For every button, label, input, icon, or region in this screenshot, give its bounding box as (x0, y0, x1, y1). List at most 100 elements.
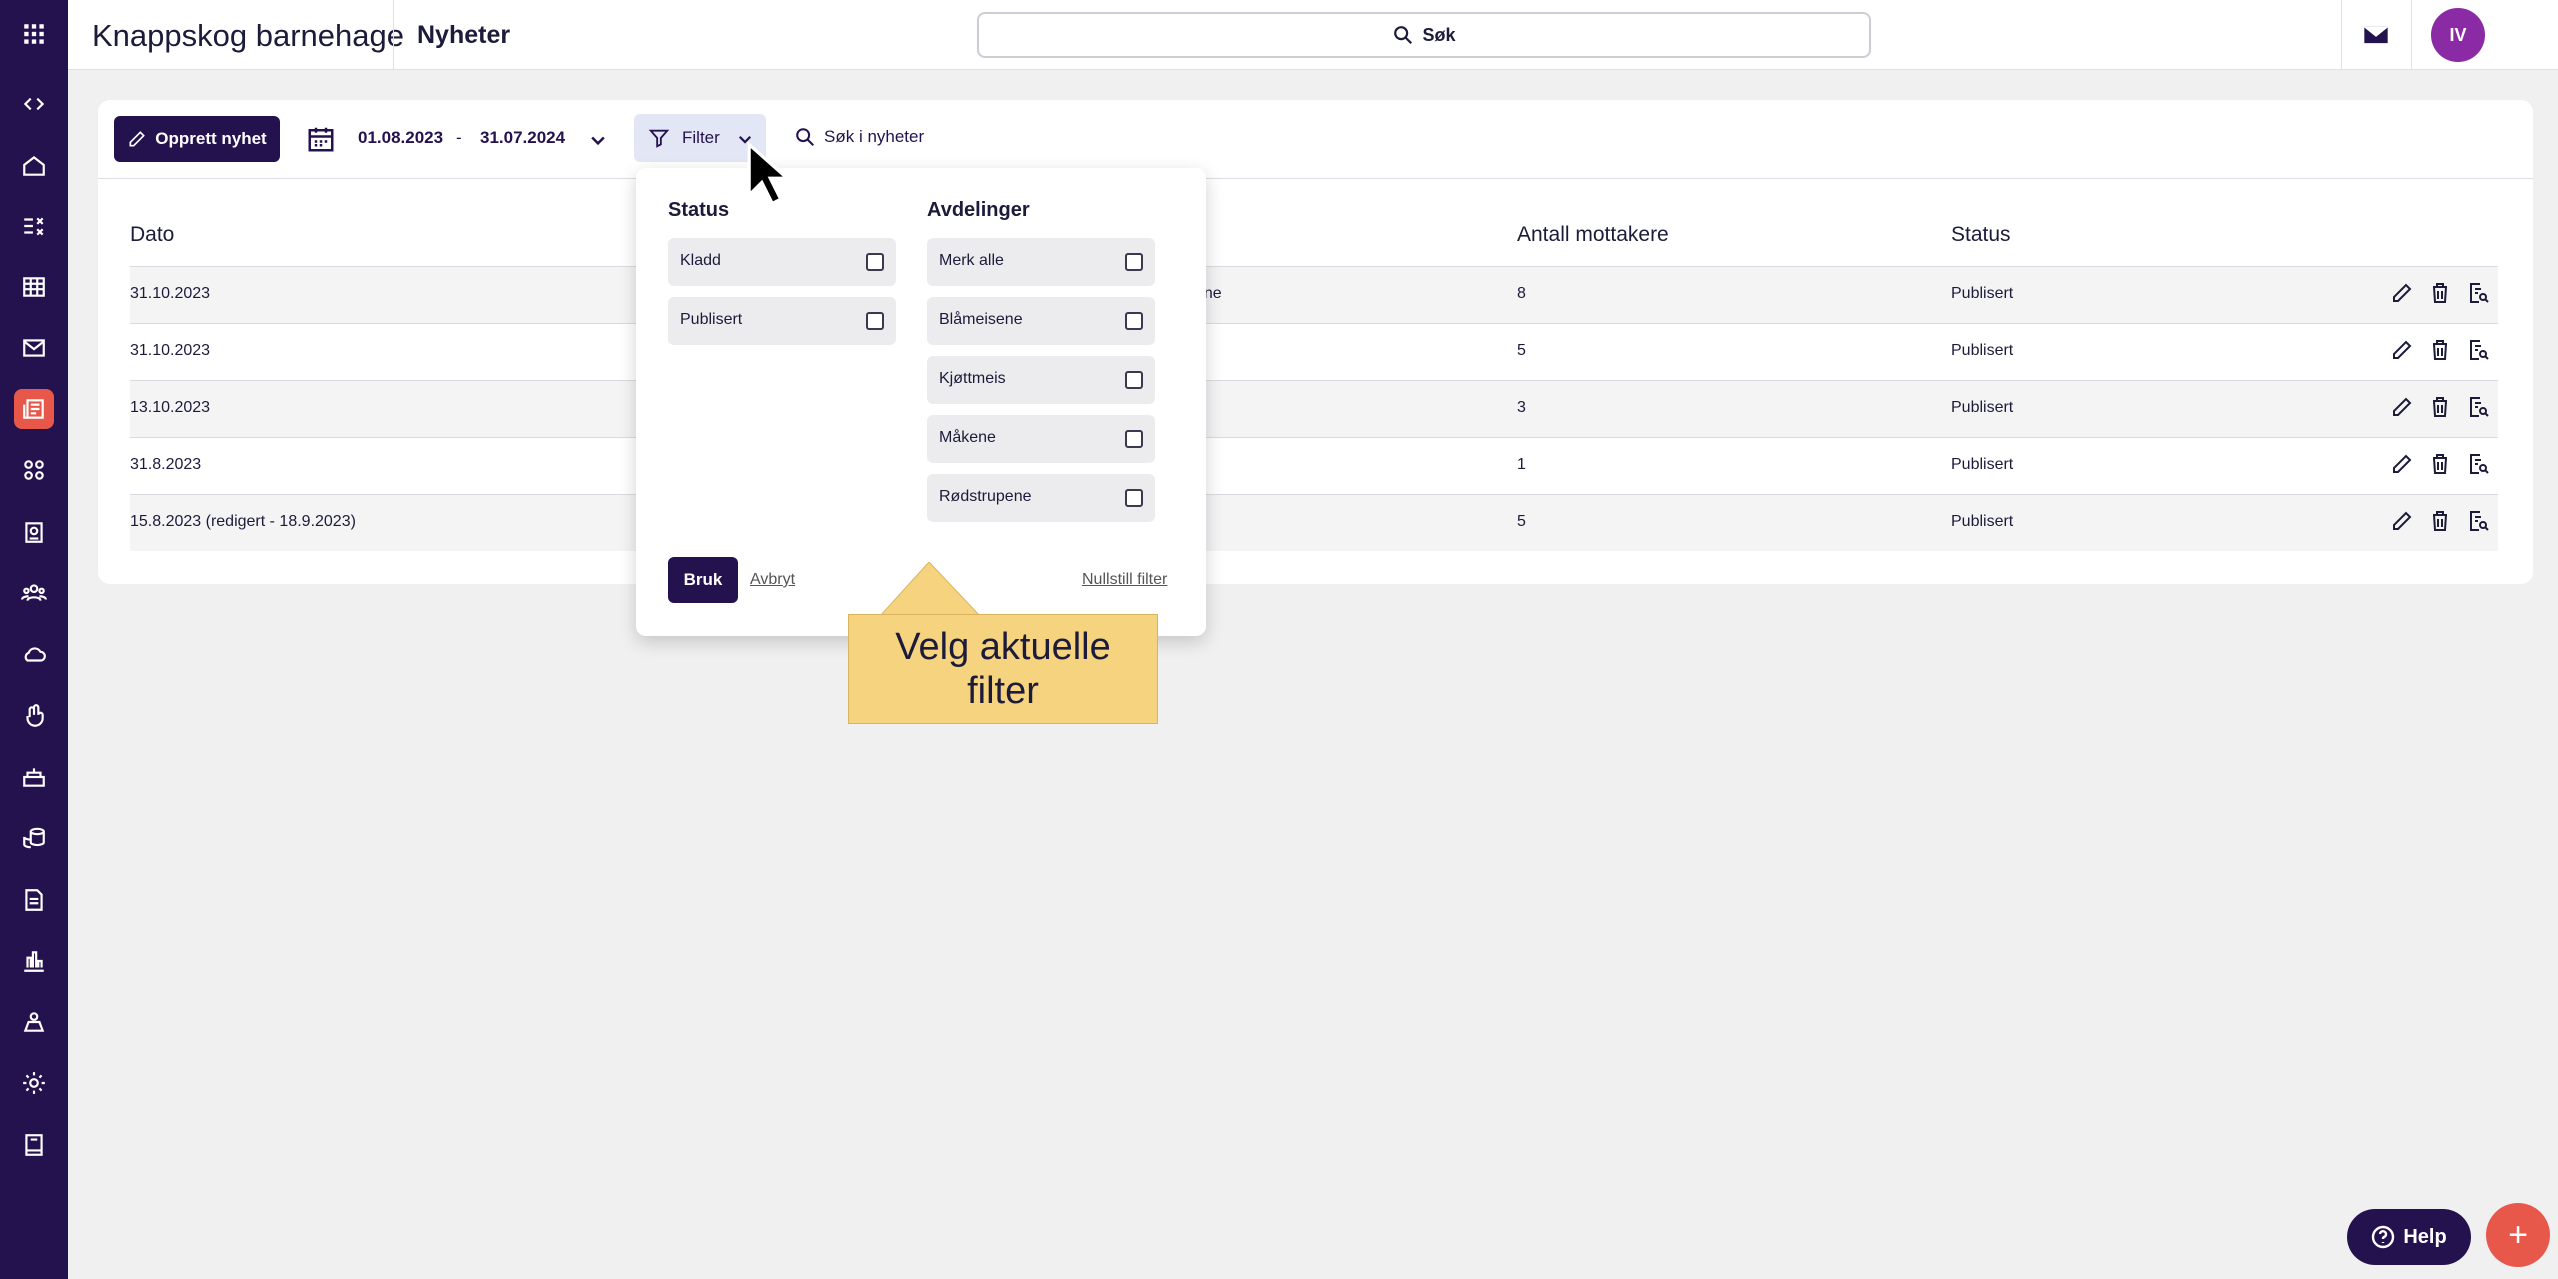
collapse-arrows-icon[interactable] (14, 84, 54, 124)
date-separator: - (456, 128, 462, 147)
preview-icon[interactable] (2466, 452, 2490, 476)
calendar-icon[interactable] (306, 124, 336, 154)
filter-option-kjottmeis[interactable]: Kjøttmeis (927, 356, 1155, 404)
trash-icon[interactable] (2428, 509, 2452, 533)
tooltip-arrow (880, 562, 980, 616)
filter-option-publisert[interactable]: Publisert (668, 297, 896, 345)
table-row[interactable]: 31.10.2023 ene 8 Publisert (130, 266, 2498, 323)
table-row[interactable]: 31.10.2023 5 Publisert (130, 323, 2498, 380)
column-header-recipients[interactable]: Antall mottakere (1517, 223, 1669, 247)
create-news-button[interactable]: Opprett nyhet (114, 116, 280, 162)
search-label: Søk (1422, 24, 1456, 45)
birthday-icon[interactable] (14, 757, 54, 797)
checkbox[interactable] (1125, 312, 1143, 330)
option-label: Kladd (680, 252, 721, 269)
reset-filter-link[interactable]: Nullstill filter (1082, 571, 1167, 589)
global-search-bar[interactable]: Søk (977, 12, 1871, 58)
groups-icon[interactable] (14, 573, 54, 613)
avatar[interactable]: IV (2431, 8, 2485, 62)
add-button[interactable]: + (2486, 1203, 2550, 1267)
chart-icon[interactable] (14, 941, 54, 981)
row-status: Publisert (1951, 285, 2014, 302)
trash-icon[interactable] (2428, 281, 2452, 305)
news-icon[interactable] (14, 389, 54, 429)
hand-icon[interactable] (14, 696, 54, 736)
option-label: Kjøttmeis (939, 370, 1006, 387)
preview-icon[interactable] (2466, 509, 2490, 533)
chevron-down-icon[interactable] (588, 130, 608, 150)
cancel-filter-link[interactable]: Avbryt (750, 571, 795, 589)
search-news-link[interactable]: Søk i nyheter (794, 126, 924, 148)
table-row[interactable]: 15.8.2023 (redigert - 18.9.2023) 5 Publi… (130, 494, 2498, 551)
row-recipients: 8 (1517, 285, 1526, 302)
option-label: Blåmeisene (939, 311, 1023, 328)
filter-option-rodstrupene[interactable]: Rødstrupene (927, 474, 1155, 522)
mail-icon[interactable] (2342, 0, 2410, 70)
trash-icon[interactable] (2428, 338, 2452, 362)
children-icon[interactable] (14, 450, 54, 490)
help-button[interactable]: Help (2347, 1209, 2471, 1265)
weather-icon[interactable] (14, 634, 54, 674)
apps-grid-icon[interactable] (14, 14, 54, 54)
checkbox[interactable] (1125, 489, 1143, 507)
checklist-icon[interactable] (14, 206, 54, 246)
table-row[interactable]: 13.10.2023 3 Publisert (130, 380, 2498, 437)
departments-heading: Avdelinger (927, 199, 1030, 221)
preview-icon[interactable] (2466, 281, 2490, 305)
mouse-cursor-icon (747, 141, 787, 206)
divider (98, 178, 2533, 179)
checkbox[interactable] (1125, 371, 1143, 389)
column-header-date[interactable]: Dato (130, 223, 174, 247)
row-status: Publisert (1951, 342, 2014, 359)
row-date: 15.8.2023 (redigert - 18.9.2023) (130, 513, 356, 530)
checkbox[interactable] (866, 312, 884, 330)
apply-filter-button[interactable]: Bruk (668, 557, 738, 603)
trash-icon[interactable] (2428, 452, 2452, 476)
filter-option-select-all[interactable]: Merk alle (927, 238, 1155, 286)
edit-icon[interactable] (2390, 452, 2414, 476)
filter-icon (648, 129, 670, 148)
checkbox[interactable] (866, 253, 884, 271)
tooltip-line: filter (967, 670, 1039, 712)
search-icon (796, 128, 814, 146)
row-recipients: 5 (1517, 513, 1526, 530)
document-icon[interactable] (14, 880, 54, 920)
option-label: Merk alle (939, 252, 1004, 269)
preview-icon[interactable] (2466, 338, 2490, 362)
column-header-status[interactable]: Status (1951, 223, 2011, 247)
edit-icon[interactable] (2390, 281, 2414, 305)
row-date: 31.8.2023 (130, 456, 202, 473)
row-status: Publisert (1951, 513, 2014, 530)
checkbox[interactable] (1125, 430, 1143, 448)
calendar-grid-icon[interactable] (14, 267, 54, 307)
row-status: Publisert (1951, 456, 2014, 473)
date-from[interactable]: 01.08.2023 (358, 128, 443, 148)
trash-icon[interactable] (2428, 395, 2452, 419)
tooltip-line: Velg aktuelle (895, 626, 1111, 668)
badge-icon[interactable] (14, 512, 54, 552)
mail-icon[interactable] (14, 328, 54, 368)
checkbox[interactable] (1125, 253, 1143, 271)
edit-icon[interactable] (2390, 509, 2414, 533)
preview-icon[interactable] (2466, 395, 2490, 419)
row-recipients: 3 (1517, 399, 1526, 416)
filter-option-blameisene[interactable]: Blåmeisene (927, 297, 1155, 345)
edit-icon[interactable] (2390, 395, 2414, 419)
divider (393, 0, 394, 70)
row-date: 31.10.2023 (130, 285, 211, 302)
edit-icon[interactable] (2390, 338, 2414, 362)
row-date: 13.10.2023 (130, 399, 211, 416)
book-icon[interactable] (14, 1125, 54, 1165)
search-icon (1394, 26, 1413, 45)
settings-icon[interactable] (14, 1063, 54, 1103)
staff-icon[interactable] (14, 1002, 54, 1042)
edit-icon (129, 131, 146, 147)
filter-option-kladd[interactable]: Kladd (668, 238, 896, 286)
date-to[interactable]: 31.07.2024 (480, 128, 565, 148)
money-icon[interactable] (14, 818, 54, 858)
option-label: Publisert (680, 311, 743, 328)
option-label: Rødstrupene (939, 488, 1032, 505)
table-row[interactable]: 31.8.2023 1 Publisert (130, 437, 2498, 494)
home-icon[interactable] (14, 146, 54, 186)
filter-option-makene[interactable]: Måkene (927, 415, 1155, 463)
